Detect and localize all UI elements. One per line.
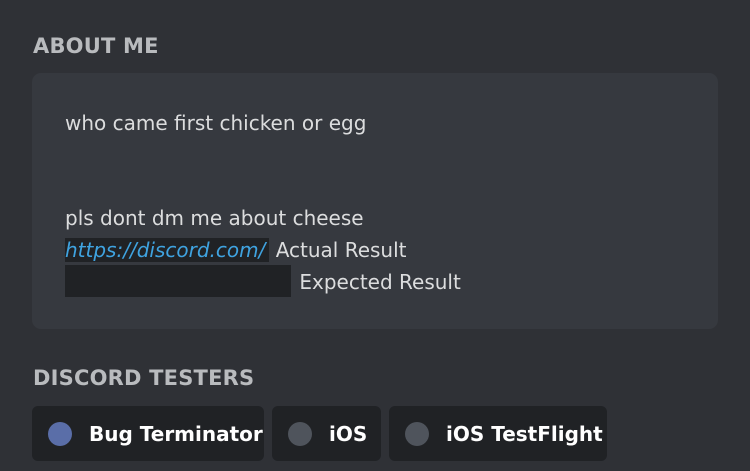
role-label: Bug Terminator [89, 421, 263, 446]
discord-link[interactable]: https://discord.com/ [65, 238, 270, 262]
spoiler-block[interactable] [65, 264, 291, 297]
expected-result-label: Expected Result [299, 270, 461, 294]
actual-result-label: Actual Result [275, 238, 407, 262]
profile-panel: ABOUT ME who came first chicken or egg p… [0, 0, 750, 471]
about-me-heading: ABOUT ME [33, 34, 159, 58]
about-me-spoiler-row: Expected Result [65, 264, 461, 297]
role-label: iOS TestFlight [446, 421, 603, 446]
role-label: iOS [329, 421, 368, 446]
about-me-line-cheese: pls dont dm me about cheese [65, 206, 364, 230]
discord-testers-heading: DISCORD TESTERS [33, 366, 255, 390]
role-color-dot [405, 421, 429, 446]
role-chip-ios-testflight[interactable]: iOS TestFlight [389, 406, 607, 461]
about-me-box: who came first chicken or egg pls dont d… [32, 73, 718, 329]
about-me-link-row: https://discord.com/ Actual Result [65, 238, 407, 262]
about-me-line-question: who came first chicken or egg [65, 111, 367, 135]
role-chip-bug-terminator[interactable]: Bug Terminator [32, 406, 264, 461]
role-chip-ios[interactable]: iOS [272, 406, 381, 461]
roles-list: Bug Terminator iOS iOS TestFlight [32, 406, 607, 461]
role-color-dot [48, 421, 72, 446]
role-color-dot [288, 421, 312, 446]
